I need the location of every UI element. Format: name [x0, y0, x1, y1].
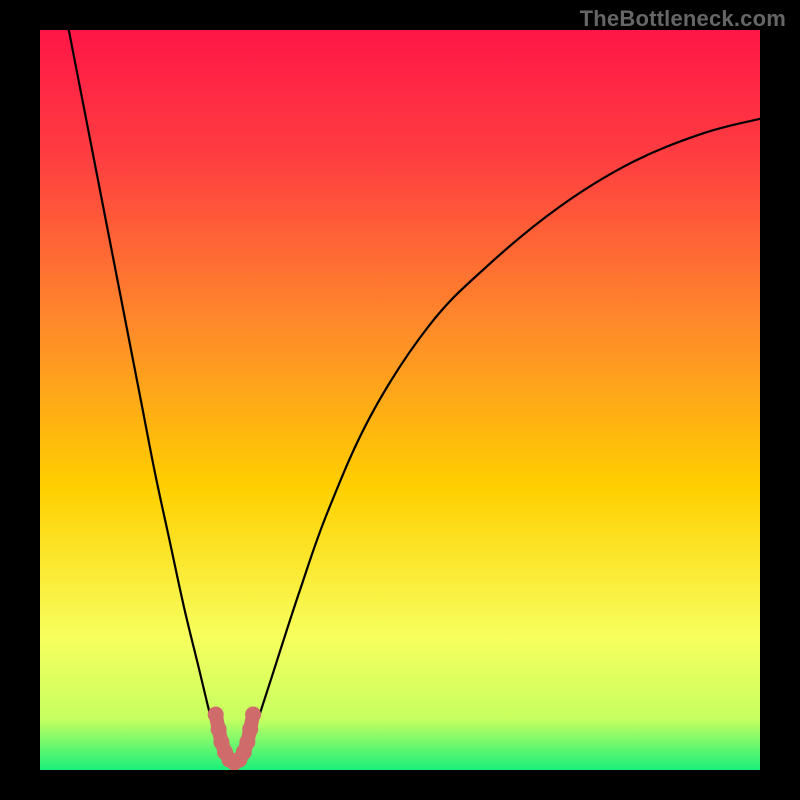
chart-background	[40, 30, 760, 770]
watermark-text: TheBottleneck.com	[580, 6, 786, 32]
bottleneck-chart	[40, 30, 760, 770]
minimum-marker-bead	[245, 707, 261, 723]
minimum-marker-bead	[208, 707, 224, 723]
chart-stage: TheBottleneck.com	[0, 0, 800, 800]
minimum-marker-bead	[242, 721, 258, 737]
chart-svg	[40, 30, 760, 770]
